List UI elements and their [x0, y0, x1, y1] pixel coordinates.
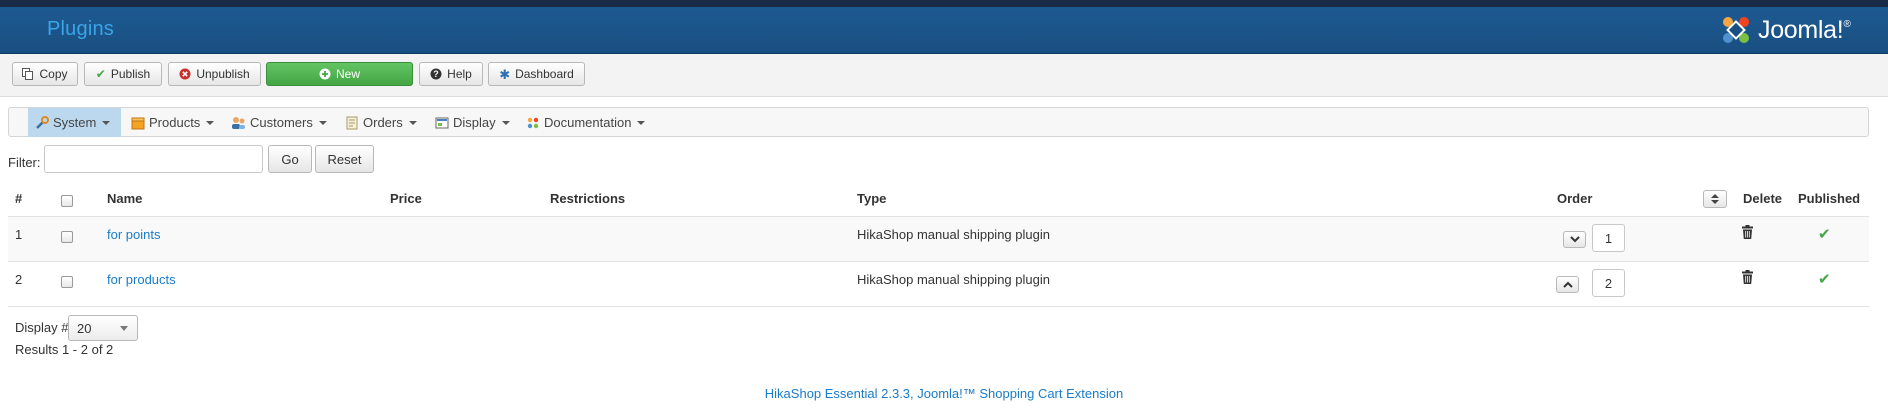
trash-icon[interactable]	[1742, 270, 1753, 287]
row-checkbox[interactable]	[61, 231, 73, 243]
col-header-name[interactable]: Name	[107, 191, 142, 206]
help-button[interactable]: ? Help	[419, 62, 483, 86]
menu-customers-label: Customers	[250, 115, 313, 130]
chevron-down-icon	[120, 326, 128, 331]
row-type: HikaShop manual shipping plugin	[857, 272, 1050, 287]
check-icon: ✔	[95, 67, 106, 81]
joomla-logo: Joomla! ®	[1720, 12, 1851, 48]
documentation-icon	[526, 116, 540, 130]
joomla-logo-icon	[1723, 17, 1749, 43]
results-count: Results 1 - 2 of 2	[15, 342, 114, 357]
menu-orders-label: Orders	[363, 115, 403, 130]
unpublish-button[interactable]: Unpublish	[168, 62, 261, 86]
col-header-published[interactable]: Published	[1798, 191, 1860, 206]
col-header-restrictions: Restrictions	[550, 191, 626, 206]
order-input[interactable]	[1592, 224, 1625, 252]
trash-icon[interactable]	[1742, 225, 1753, 242]
col-header-type[interactable]: Type	[857, 191, 886, 206]
menu-products[interactable]: Products	[124, 108, 221, 137]
published-check-icon[interactable]: ✔	[1818, 225, 1831, 243]
row-number: 2	[15, 272, 23, 287]
menu-documentation[interactable]: Documentation	[519, 108, 647, 137]
col-header-delete: Delete	[1743, 191, 1783, 206]
row-type: HikaShop manual shipping plugin	[857, 227, 1050, 242]
chevron-down-icon	[102, 120, 111, 125]
new-button[interactable]: New	[266, 62, 413, 86]
row-name-link[interactable]: for products	[107, 272, 176, 287]
select-all-checkbox[interactable]	[61, 195, 73, 207]
copy-icon	[22, 68, 34, 80]
chevron-down-icon	[501, 120, 510, 125]
display-limit-select[interactable]: 20	[68, 315, 138, 341]
new-button-label: New	[335, 67, 360, 81]
publish-button-label: Publish	[110, 67, 151, 81]
order-input[interactable]	[1592, 269, 1625, 297]
copy-button[interactable]: Copy	[12, 62, 78, 86]
published-check-icon[interactable]: ✔	[1818, 270, 1831, 288]
go-button[interactable]: Go	[268, 145, 312, 173]
table-divider	[8, 306, 1869, 307]
menu-products-label: Products	[149, 115, 201, 130]
help-button-label: Help	[447, 67, 472, 81]
menu-system[interactable]: System	[28, 108, 121, 137]
row-name-link[interactable]: for points	[107, 227, 160, 242]
page-title: Plugins	[47, 18, 114, 40]
order-down-button[interactable]	[1563, 231, 1586, 248]
display-icon	[435, 116, 449, 130]
box-icon	[131, 116, 145, 130]
menu-display-label: Display	[453, 115, 496, 130]
filter-label: Filter:	[8, 155, 41, 170]
menu-documentation-label: Documentation	[544, 115, 632, 130]
menu-customers[interactable]: Customers	[224, 108, 327, 137]
menu-orders[interactable]: Orders	[338, 108, 424, 137]
plus-circle-icon	[319, 68, 331, 80]
publish-button[interactable]: ✔ Publish	[84, 62, 162, 86]
chevron-down-icon	[1569, 236, 1580, 243]
footer-credit-link[interactable]: HikaShop Essential 2.3.3, Joomla!™ Shopp…	[0, 386, 1888, 401]
chevron-down-icon	[637, 120, 646, 125]
sort-icon	[1711, 194, 1719, 204]
dashboard-button[interactable]: ✱ Dashboard	[488, 62, 585, 86]
col-header-order[interactable]: Order	[1557, 191, 1592, 206]
display-label: Display #	[15, 320, 69, 335]
page-header: Plugins Joomla! ®	[0, 7, 1888, 54]
help-icon: ?	[430, 68, 442, 80]
filter-input[interactable]	[44, 145, 263, 173]
col-header-num: #	[15, 191, 23, 206]
svg-text:?: ?	[433, 69, 439, 79]
row-checkbox[interactable]	[61, 276, 73, 288]
col-header-price: Price	[390, 191, 422, 206]
joomla-logo-text: Joomla!	[1758, 15, 1844, 44]
joomla-logo-reg: ®	[1843, 18, 1851, 30]
copy-button-label: Copy	[39, 67, 68, 81]
chevron-down-icon	[318, 120, 327, 125]
cancel-icon	[179, 68, 191, 80]
dashboard-icon: ✱	[499, 66, 511, 82]
wrench-icon	[35, 115, 49, 130]
orders-icon	[345, 116, 359, 130]
display-limit-value: 20	[77, 320, 92, 336]
order-up-button[interactable]	[1556, 276, 1579, 293]
unpublish-button-label: Unpublish	[196, 67, 250, 81]
table-divider	[8, 261, 1869, 262]
save-order-button[interactable]	[1703, 190, 1727, 208]
chevron-down-icon	[206, 120, 215, 125]
users-icon	[231, 116, 246, 130]
menu-display[interactable]: Display	[428, 108, 512, 137]
row-number: 1	[15, 227, 23, 242]
top-strip	[0, 0, 1888, 7]
dashboard-button-label: Dashboard	[515, 67, 574, 81]
reset-button[interactable]: Reset	[315, 145, 374, 173]
menu-system-label: System	[53, 115, 97, 130]
chevron-up-icon	[1562, 281, 1573, 288]
chevron-down-icon	[408, 120, 417, 125]
